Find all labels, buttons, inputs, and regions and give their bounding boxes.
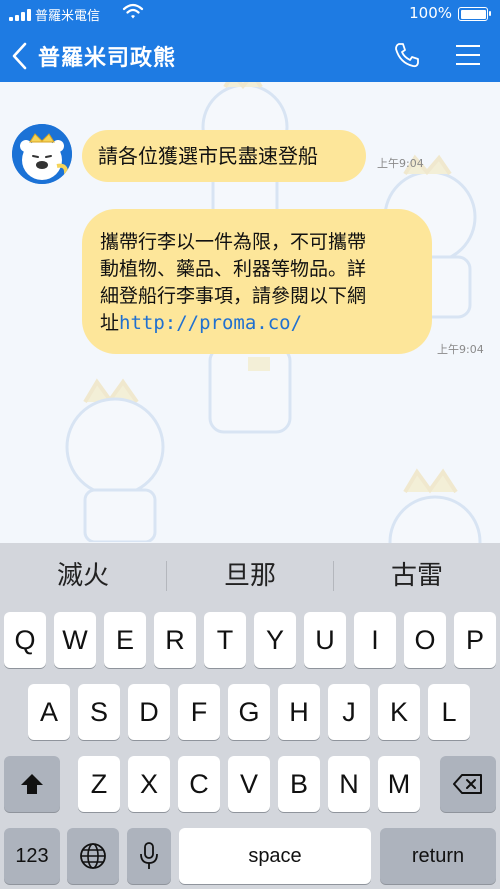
return-key[interactable]: return — [380, 828, 496, 884]
globe-key[interactable] — [67, 828, 119, 884]
key-g[interactable]: G — [228, 684, 270, 740]
backspace-icon — [453, 774, 482, 794]
battery-icon — [458, 7, 491, 21]
key-o[interactable]: O — [404, 612, 446, 668]
message-text: 請各位獲選市民盡速登船 — [98, 144, 318, 168]
key-z[interactable]: Z — [78, 756, 120, 812]
key-w[interactable]: W — [54, 612, 96, 668]
wallpaper-bear-illustration — [388, 468, 482, 543]
key-j[interactable]: J — [328, 684, 370, 740]
key-i[interactable]: I — [354, 612, 396, 668]
key-a[interactable]: A — [28, 684, 70, 740]
shift-key[interactable] — [4, 756, 60, 812]
key-f[interactable]: F — [178, 684, 220, 740]
key-x[interactable]: X — [128, 756, 170, 812]
key-c[interactable]: C — [178, 756, 220, 812]
top-bar: 普羅米電信 100% 普羅米司政熊 — [0, 0, 500, 82]
message-timestamp: 上午9:04 — [437, 343, 484, 356]
message-line: 址 — [100, 312, 120, 334]
key-d[interactable]: D — [128, 684, 170, 740]
suggestion-item[interactable]: 旦那 — [167, 543, 333, 609]
key-l[interactable]: L — [428, 684, 470, 740]
chat-area[interactable]: 請各位獲選市民盡速登船 上午9:04 攜帶行李以一件為限，不可攜帶 動植物、藥品… — [0, 82, 500, 543]
message-timestamp: 上午9:04 — [377, 157, 424, 170]
suggestion-item[interactable]: 滅火 — [0, 543, 166, 609]
key-q[interactable]: Q — [4, 612, 46, 668]
message-line: 細登船行李事項，請參閱以下網 — [100, 285, 367, 307]
key-y[interactable]: Y — [254, 612, 296, 668]
key-b[interactable]: B — [278, 756, 320, 812]
key-v[interactable]: V — [228, 756, 270, 812]
wallpaper-bear-illustration — [65, 378, 165, 542]
avatar[interactable] — [12, 124, 72, 184]
key-u[interactable]: U — [304, 612, 346, 668]
suggestion-item[interactable]: 古雷 — [334, 543, 500, 609]
message-bubble[interactable]: 請各位獲選市民盡速登船 — [82, 130, 366, 182]
space-key[interactable]: space — [179, 828, 371, 884]
numbers-key[interactable]: 123 — [4, 828, 60, 884]
suggestion-bar: 滅火 旦那 古雷 — [0, 543, 500, 609]
key-n[interactable]: N — [328, 756, 370, 812]
message-bubble[interactable]: 攜帶行李以一件為限，不可攜帶 動植物、藥品、利器等物品。詳 細登船行李事項，請參… — [82, 209, 432, 354]
globe-icon — [80, 843, 106, 869]
carrier-name: 普羅米電信 — [35, 9, 101, 24]
wifi-icon — [122, 3, 144, 19]
key-e[interactable]: E — [104, 612, 146, 668]
status-bar: 普羅米電信 100% — [0, 0, 500, 30]
delete-key[interactable] — [440, 756, 496, 812]
key-k[interactable]: K — [378, 684, 420, 740]
battery-percent: 100% — [409, 4, 452, 22]
hamburger-menu-icon[interactable] — [456, 44, 480, 66]
key-h[interactable]: H — [278, 684, 320, 740]
key-m[interactable]: M — [378, 756, 420, 812]
message-line: 攜帶行李以一件為限，不可攜帶 — [100, 231, 367, 253]
chat-header: 普羅米司政熊 — [0, 30, 500, 82]
microphone-icon — [140, 842, 158, 869]
phone-icon[interactable] — [393, 41, 421, 69]
keyboard: 滅火 旦那 古雷 Q W E R T Y U I O P A S D F G H… — [0, 543, 500, 889]
key-t[interactable]: T — [204, 612, 246, 668]
shift-icon — [21, 774, 43, 794]
key-p[interactable]: P — [454, 612, 496, 668]
message-line: 動植物、藥品、利器等物品。詳 — [100, 258, 367, 280]
bear-avatar-icon — [12, 124, 72, 184]
key-r[interactable]: R — [154, 612, 196, 668]
message-link[interactable]: http://proma.co/ — [119, 312, 302, 334]
key-s[interactable]: S — [78, 684, 120, 740]
dictation-key[interactable] — [127, 828, 171, 884]
chevron-left-icon[interactable] — [8, 41, 32, 71]
signal-bars-icon — [9, 9, 31, 21]
chat-title: 普羅米司政熊 — [38, 46, 177, 71]
